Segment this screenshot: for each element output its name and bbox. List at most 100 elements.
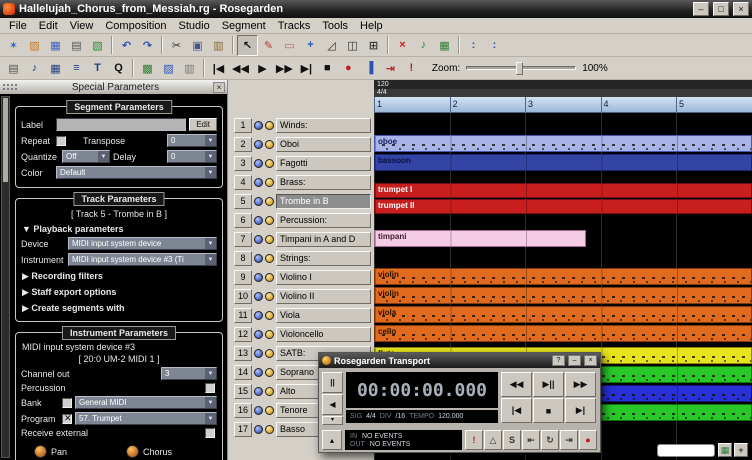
play-button[interactable]: ▶ [252, 58, 273, 79]
segment-trumpet-II[interactable]: trumpet II [374, 199, 752, 214]
track-name-button[interactable]: Timpani in A and D [276, 232, 371, 247]
track-name-button[interactable]: Brass: [276, 175, 371, 190]
close-button[interactable]: × [733, 2, 749, 16]
track-number-button[interactable]: 2 [234, 137, 252, 152]
track-mute-led[interactable] [254, 197, 263, 206]
delete-segment-button[interactable]: × [392, 35, 413, 56]
percussion-checkbox[interactable] [205, 383, 215, 393]
dock-header[interactable]: Special Parameters × [0, 80, 227, 94]
track-record-led[interactable] [265, 349, 274, 358]
track-mute-led[interactable] [254, 292, 263, 301]
preview-scale-button[interactable]: ▦ [718, 443, 732, 457]
open-in-matrix-button[interactable]: ▦ [434, 35, 455, 56]
solo-button[interactable]: S [503, 430, 521, 450]
transport-title-bar[interactable]: Rosegarden Transport ? – × [319, 353, 600, 368]
track-record-led[interactable] [265, 197, 274, 206]
new-file-button[interactable]: ✶ [3, 35, 24, 56]
undo-button[interactable]: ↶ [116, 35, 137, 56]
segment-viola[interactable]: viola [374, 306, 752, 323]
color-combo[interactable]: Default [56, 166, 217, 179]
fast-forward-button[interactable]: ▶▶ [273, 58, 296, 79]
zoom-slider[interactable] [466, 66, 576, 70]
tempo-ruler[interactable]: 120 [374, 80, 752, 89]
transport-minimize-button[interactable]: – [568, 355, 581, 366]
dock-close-button[interactable]: × [213, 82, 225, 93]
track-number-button[interactable]: 11 [234, 308, 252, 323]
track-name-button[interactable]: Oboi [276, 137, 371, 152]
track-number-button[interactable]: 14 [234, 365, 252, 380]
track-record-led[interactable] [265, 235, 274, 244]
channel-out-combo[interactable]: 3 [161, 367, 217, 380]
track-mute-led[interactable] [254, 254, 263, 263]
track-record-led[interactable] [265, 121, 274, 130]
transport-ffwd-button[interactable]: ▶▶ [565, 372, 596, 397]
track-mute-led[interactable] [254, 121, 263, 130]
device-combo[interactable]: MIDI input system device [68, 237, 217, 250]
metronome-button[interactable]: △ [484, 430, 502, 450]
track-number-button[interactable]: 10 [234, 289, 252, 304]
dock-scrollbar-thumb[interactable] [3, 98, 8, 182]
punch-out-button[interactable]: ⇥ [560, 430, 578, 450]
panic-button[interactable]: ! [465, 430, 483, 450]
segment-label-input[interactable] [56, 118, 186, 131]
repeat-checkbox[interactable] [56, 136, 66, 146]
track-name-button[interactable]: Violoncello [276, 327, 371, 342]
quantize-combo[interactable]: Off [62, 150, 110, 163]
track-record-led[interactable] [265, 292, 274, 301]
edit-label-button[interactable]: Edit [189, 118, 217, 131]
track-number-button[interactable]: 16 [234, 403, 252, 418]
track-number-button[interactable]: 17 [234, 422, 252, 437]
transport-help-button[interactable]: ? [552, 355, 565, 366]
move-tool-button[interactable]: + [300, 35, 321, 56]
receive-external-checkbox[interactable] [205, 428, 215, 438]
dock-drag-handle-icon[interactable] [2, 83, 18, 91]
transport-to-end-button[interactable]: ▶| [565, 398, 596, 423]
recording-filters-header[interactable]: ▶ Recording filters [22, 271, 216, 282]
track-number-button[interactable]: 9 [234, 270, 252, 285]
track-mute-led[interactable] [254, 387, 263, 396]
timesig-ruler[interactable]: 4/4 [374, 89, 752, 97]
track-number-button[interactable]: 4 [234, 175, 252, 190]
event-list-editor-button[interactable]: ≡ [66, 58, 87, 79]
menu-studio[interactable]: Studio [173, 20, 216, 32]
transport-stop-button[interactable]: ■ [533, 398, 564, 423]
track-mute-led[interactable] [254, 425, 263, 434]
track-mute-led[interactable] [254, 406, 263, 415]
open-file-button[interactable]: ▨ [24, 35, 45, 56]
track-name-button[interactable]: Strings: [276, 251, 371, 266]
stop-button[interactable]: ■ [317, 58, 338, 79]
track-mute-led[interactable] [254, 330, 263, 339]
bank-checkbox[interactable] [62, 398, 72, 408]
manage-midi-devices-button[interactable]: ▤ [3, 58, 24, 79]
notation-editor-button[interactable]: ♪ [24, 58, 45, 79]
track-number-button[interactable]: 8 [234, 251, 252, 266]
track-mute-led[interactable] [254, 140, 263, 149]
transport-rewind-button[interactable]: ◀◀ [501, 372, 532, 397]
program-combo[interactable]: 57. Trumpet [75, 412, 217, 425]
toggle-dock-button[interactable]: : [463, 35, 484, 56]
track-number-button[interactable]: 3 [234, 156, 252, 171]
track-record-led[interactable] [265, 178, 274, 187]
menu-file[interactable]: File [3, 20, 33, 32]
copy-button[interactable]: ▣ [187, 35, 208, 56]
track-number-button[interactable]: 13 [234, 346, 252, 361]
resize-tool-button[interactable]: ◿ [321, 35, 342, 56]
instrument-combo[interactable]: MIDI input system device #3 (Ti [68, 253, 217, 266]
delay-combo[interactable]: 0 [167, 150, 217, 163]
track-name-button[interactable]: Violino II [276, 289, 371, 304]
matrix-editor-button[interactable]: ▦ [45, 58, 66, 79]
menu-tracks[interactable]: Tracks [272, 20, 317, 32]
tempo-value[interactable]: 120.000 [438, 413, 463, 420]
track-record-led[interactable] [265, 368, 274, 377]
track-mute-led[interactable] [254, 349, 263, 358]
print-preview-button[interactable]: ▧ [87, 35, 108, 56]
track-record-led[interactable] [265, 140, 274, 149]
quantize-button[interactable]: Q [108, 58, 129, 79]
track-number-button[interactable]: 7 [234, 232, 252, 247]
cut-button[interactable]: ✂ [166, 35, 187, 56]
track-record-led[interactable] [265, 273, 274, 282]
loop-button[interactable]: ↻ [541, 430, 559, 450]
track-number-button[interactable]: 5 [234, 194, 252, 209]
select-tool-button[interactable]: ↖ [237, 35, 258, 56]
segment-timpani[interactable]: timpani [374, 230, 586, 247]
